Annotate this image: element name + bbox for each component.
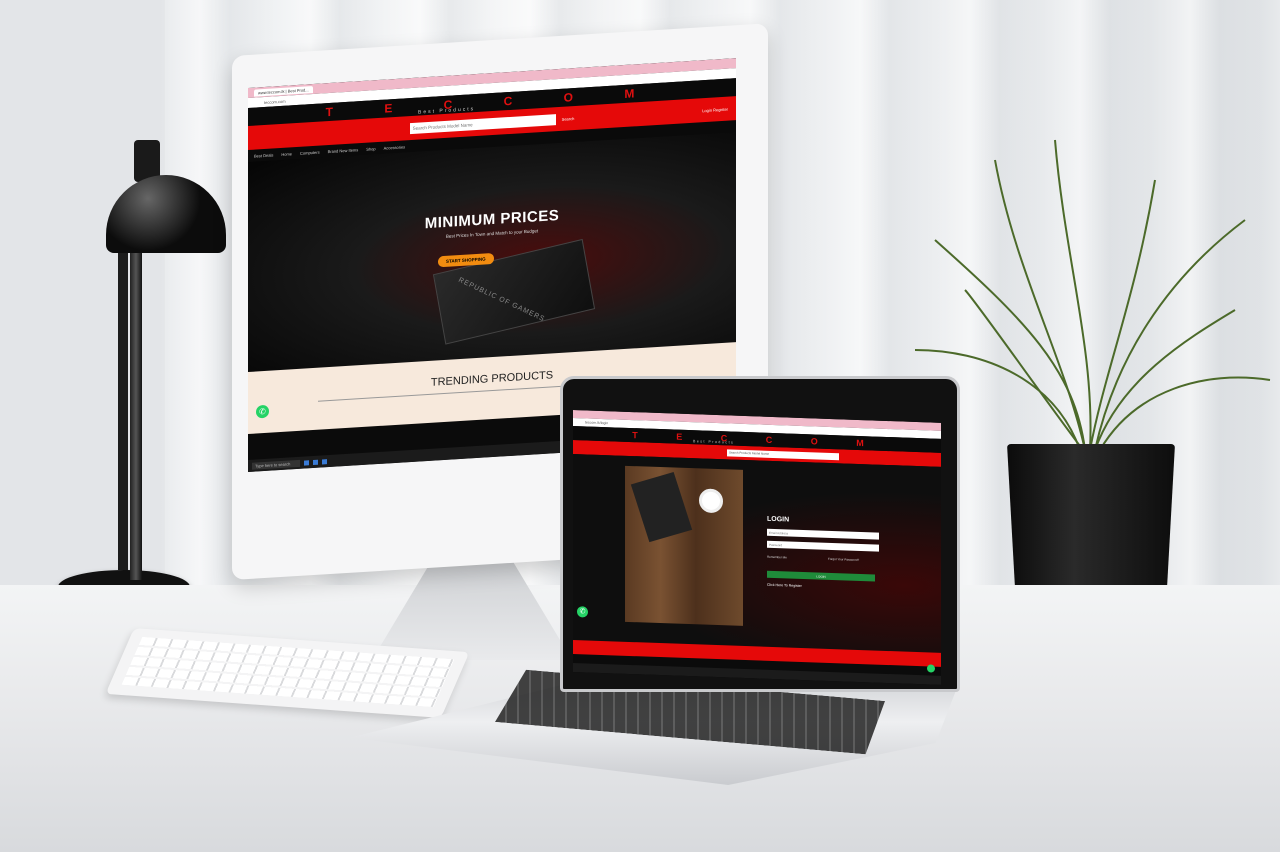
login-section: LOGIN Remember Me Forgot Your Password? … [573,454,941,667]
remember-me-checkbox[interactable]: Remember Me [767,555,787,560]
nav-item-home[interactable]: Home [281,151,292,157]
taskbar-app-icon[interactable] [304,459,310,466]
register-link[interactable]: Click Here To Register [767,583,802,588]
laptop-screen: teccom.lk/login T E C C O M Best Product… [573,410,941,685]
nav-item-shop[interactable]: Shop [366,146,375,152]
taskbar-app-icon[interactable] [322,458,328,464]
keyboard-keys [121,636,455,708]
email-field[interactable] [767,528,879,540]
forgot-password-link[interactable]: Forgot Your Password? [828,557,859,562]
search-button[interactable]: Search [562,116,575,122]
nav-item-computers[interactable]: Computers [300,149,320,155]
taskbar-app-icon[interactable] [313,459,319,465]
lamp-pole [130,240,142,580]
nav-item-accessories[interactable]: Accessories [384,144,406,150]
nav-item-best-deals[interactable]: Best Deals [254,152,273,158]
nav-item-brand-new[interactable]: Brand New Items [328,147,359,154]
lamp-arm [118,250,128,570]
chat-icon[interactable] [927,664,935,673]
search-input[interactable] [409,113,556,134]
search-input[interactable]: Search Products Model Name [727,448,839,460]
login-title: LOGIN [767,515,790,524]
whatsapp-icon[interactable]: ✆ [256,404,269,419]
login-button[interactable]: LOGIN [767,570,875,582]
password-field[interactable] [767,540,879,552]
photo-coffee-cup [699,488,723,514]
site-tagline: Best Products [693,439,735,445]
taskbar-search[interactable]: Type here to search [252,459,301,470]
whatsapp-icon[interactable]: ✆ [577,606,588,618]
header-account-links[interactable]: Login Register [702,106,728,113]
plant-icon [914,139,1271,450]
hero-banner: REPUBLIC OF GAMERS MINIMUM PRICES Best P… [248,132,736,372]
